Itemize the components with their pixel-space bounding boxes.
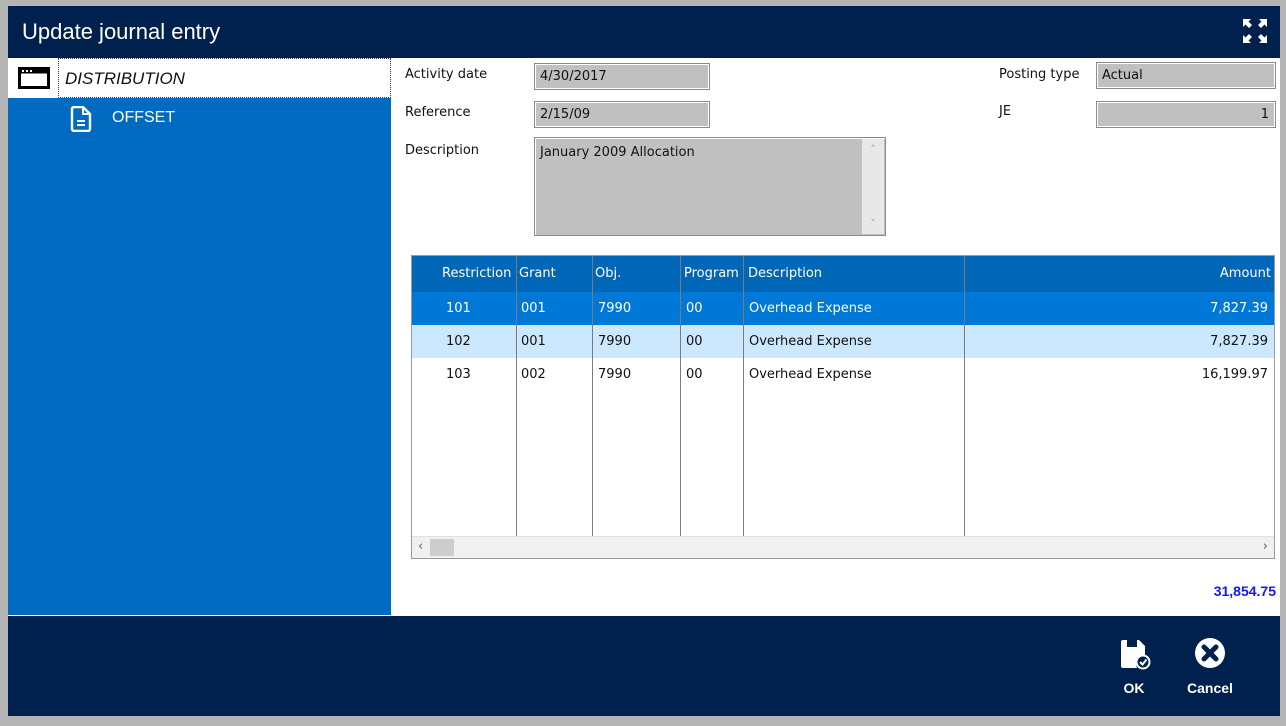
- table-row[interactable]: 103 002 7990 00 Overhead Expense 16,199.…: [412, 358, 1274, 391]
- column-header-description[interactable]: Description: [748, 256, 958, 292]
- main-panel: Activity date 4/30/2017 Reference 2/15/0…: [391, 58, 1280, 615]
- scroll-thumb[interactable]: [430, 539, 454, 556]
- table-row[interactable]: 101 001 7990 00 Overhead Expense 7,827.3…: [412, 292, 1274, 325]
- scroll-down-icon[interactable]: ˅: [862, 217, 884, 230]
- close-circle-icon: [1195, 638, 1225, 668]
- column-header-obj[interactable]: Obj.: [595, 256, 675, 292]
- reference-field[interactable]: 2/15/09: [534, 101, 710, 128]
- document-icon: [70, 106, 92, 132]
- sidebar-item-distribution[interactable]: DISTRIBUTION: [8, 58, 391, 98]
- column-header-amount[interactable]: Amount: [968, 256, 1271, 292]
- description-textarea[interactable]: January 2009 Allocation ˄ ˅: [534, 137, 886, 236]
- column-divider[interactable]: [516, 256, 517, 536]
- window-title: Update journal entry: [22, 19, 221, 44]
- grid-horizontal-scrollbar[interactable]: ‹ ›: [412, 536, 1274, 558]
- ok-label: OK: [1123, 680, 1145, 696]
- reference-label: Reference: [405, 105, 471, 120]
- cell-restriction: 101: [446, 301, 471, 316]
- column-divider[interactable]: [964, 256, 965, 536]
- column-divider[interactable]: [680, 256, 681, 536]
- cell-description: Overhead Expense: [749, 367, 872, 382]
- ok-button[interactable]: OK: [1104, 636, 1164, 706]
- description-label: Description: [405, 143, 480, 158]
- activity-date-label: Activity date: [405, 67, 488, 82]
- posting-type-field[interactable]: Actual: [1096, 62, 1276, 89]
- cell-amount: 16,199.97: [1201, 367, 1268, 382]
- sidebar-nav: DISTRIBUTION OFFSET: [8, 58, 391, 615]
- cell-obj: 7990: [598, 334, 632, 349]
- cell-program: 00: [686, 301, 703, 316]
- cell-grant: 001: [521, 301, 546, 316]
- table-row[interactable]: 102 001 7990 00 Overhead Expense 7,827.3…: [412, 325, 1274, 358]
- je-field[interactable]: 1: [1096, 101, 1276, 128]
- scroll-left-icon[interactable]: ‹: [418, 539, 423, 554]
- column-header-program[interactable]: Program: [684, 256, 742, 292]
- cancel-button[interactable]: Cancel: [1180, 636, 1240, 706]
- cell-grant: 001: [521, 334, 546, 349]
- je-label: JE: [999, 104, 1012, 119]
- activity-date-field[interactable]: 4/30/2017: [534, 63, 710, 90]
- posting-type-label: Posting type: [999, 67, 1080, 82]
- description-text: January 2009 Allocation: [540, 145, 695, 160]
- cell-obj: 7990: [598, 367, 632, 382]
- scroll-right-icon[interactable]: ›: [1263, 539, 1268, 554]
- maximize-arrows-icon: [1243, 19, 1267, 43]
- total-amount: 31,854.75: [1213, 583, 1276, 599]
- column-header-grant[interactable]: Grant: [519, 256, 589, 292]
- cell-program: 00: [686, 334, 703, 349]
- maximize-button[interactable]: [1242, 18, 1268, 44]
- save-check-icon: [1121, 640, 1151, 670]
- scroll-up-icon[interactable]: ˄: [862, 143, 884, 156]
- sidebar-item-label: OFFSET: [112, 109, 176, 126]
- cell-grant: 002: [521, 367, 546, 382]
- cell-amount: 7,827.39: [1210, 334, 1268, 349]
- cell-restriction: 102: [446, 334, 471, 349]
- column-header-restriction[interactable]: Restriction: [442, 256, 516, 292]
- grid-header: Restriction Grant Obj. Program Descripti…: [412, 256, 1274, 292]
- sidebar-item-label: DISTRIBUTION: [58, 58, 391, 98]
- cell-amount: 7,827.39: [1210, 301, 1268, 316]
- cell-description: Overhead Expense: [749, 334, 872, 349]
- cancel-label: Cancel: [1187, 680, 1233, 696]
- cell-program: 00: [686, 367, 703, 382]
- column-divider[interactable]: [743, 256, 744, 536]
- journal-entry-window: Update journal entry DISTRIBUTION OFFSET…: [8, 6, 1280, 716]
- column-divider[interactable]: [592, 256, 593, 536]
- title-bar: Update journal entry: [8, 6, 1280, 58]
- cell-restriction: 103: [446, 367, 471, 382]
- cell-obj: 7990: [598, 301, 632, 316]
- window-icon: [18, 67, 50, 89]
- description-scrollbar[interactable]: ˄ ˅: [862, 139, 884, 234]
- sidebar-item-offset[interactable]: OFFSET: [8, 98, 391, 138]
- cell-description: Overhead Expense: [749, 301, 872, 316]
- footer-bar: OK Cancel: [8, 616, 1280, 716]
- distribution-grid: Restriction Grant Obj. Program Descripti…: [411, 255, 1275, 559]
